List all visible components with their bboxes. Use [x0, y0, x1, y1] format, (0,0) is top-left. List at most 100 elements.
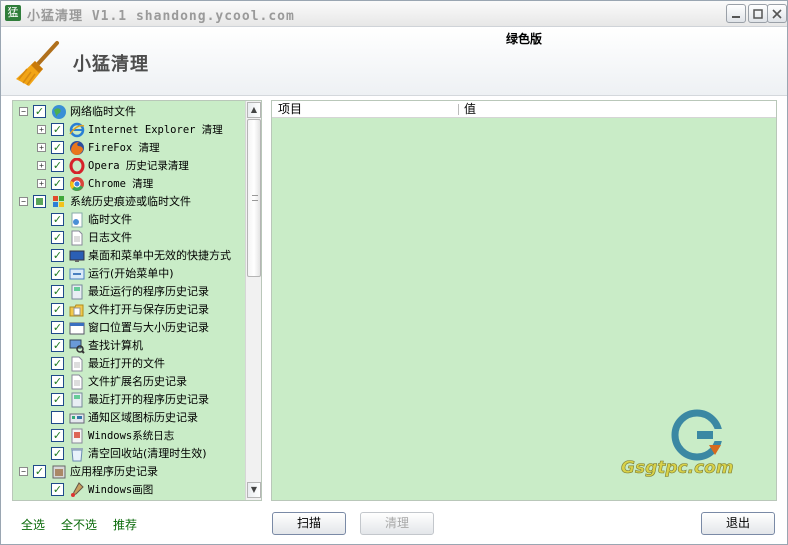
title-bar[interactable]: 猛 小猛清理 V1.1 shandong.ycool.com	[1, 1, 787, 27]
expand-icon[interactable]: +	[37, 161, 46, 170]
tree-checkbox[interactable]: ✓	[51, 357, 64, 370]
collapse-icon[interactable]: −	[19, 107, 28, 116]
tree-item[interactable]: ✓ 桌面和菜单中无效的快捷方式	[13, 247, 247, 265]
tree-checkbox[interactable]: ✓	[51, 213, 64, 226]
globe-icon	[52, 105, 66, 119]
tree-item-label: 文件打开与保存历史记录	[88, 303, 209, 316]
scan-button[interactable]: 扫描	[272, 512, 346, 535]
program-icon	[71, 392, 83, 408]
tree-checkbox[interactable]: ✓	[51, 375, 64, 388]
document-icon	[71, 356, 83, 372]
tree-scrollbar[interactable]: ▲ ▼	[245, 101, 261, 500]
tree-checkbox[interactable]: ✓	[51, 177, 64, 190]
scroll-down-button[interactable]: ▼	[247, 482, 261, 498]
tree-item[interactable]: ✓ 文件打开与保存历史记录	[13, 301, 247, 319]
system-log-icon	[71, 428, 83, 444]
close-button[interactable]	[767, 4, 787, 23]
scroll-grip-icon	[252, 195, 258, 201]
tree-item[interactable]: ✓ 查找计算机	[13, 337, 247, 355]
tree-checkbox[interactable]: ✓	[51, 231, 64, 244]
column-divider[interactable]	[458, 104, 459, 115]
watermark-text: Gsgtpc.com	[621, 458, 734, 478]
collapse-icon[interactable]: −	[19, 197, 28, 206]
tree-item-label: 运行(开始菜单中)	[88, 267, 174, 280]
select-none-link[interactable]: 全不选	[61, 516, 97, 533]
tray-icon	[69, 413, 85, 424]
tree-checkbox[interactable]: ✓	[51, 141, 64, 154]
tree-checkbox[interactable]	[51, 411, 64, 424]
tree-item-label: Windows系统日志	[88, 430, 175, 442]
tree-checkbox[interactable]: ✓	[51, 429, 64, 442]
tree-checkbox[interactable]: ✓	[51, 249, 64, 262]
tree-item[interactable]: ✓ Windows画图	[13, 481, 247, 499]
firefox-icon	[70, 141, 84, 155]
app-title: 小猛清理	[73, 54, 149, 75]
tree-item[interactable]: ✓ 清空回收站(清理时生效)	[13, 445, 247, 463]
tree-checkbox[interactable]: ✓	[51, 393, 64, 406]
tree-checkbox[interactable]: ✓	[51, 285, 64, 298]
internet-explorer-icon	[69, 122, 85, 138]
tree-item[interactable]: ✓ 最近打开的程序历史记录	[13, 391, 247, 409]
tree-checkbox[interactable]: ✓	[33, 105, 46, 118]
column-header-value[interactable]: 值	[464, 101, 476, 118]
tree-item-label: Internet Explorer 清理	[88, 124, 223, 136]
tree-item[interactable]: + ✓ Chrome 清理	[13, 175, 247, 193]
tree-item[interactable]: − 系统历史痕迹或临时文件	[13, 193, 247, 211]
window-title: 小猛清理 V1.1 shandong.ycool.com	[27, 9, 295, 24]
tree-checkbox[interactable]: ✓	[51, 159, 64, 172]
broom-icon	[16, 41, 59, 86]
list-header: 项目 值	[272, 101, 776, 118]
results-list[interactable]: 项目 值 Gsgtpc.com	[271, 100, 777, 501]
document-icon	[71, 230, 83, 246]
column-header-item[interactable]: 项目	[278, 101, 302, 118]
tree-item-label: 最近打开的程序历史记录	[88, 393, 209, 406]
run-icon	[69, 268, 85, 280]
tree-item[interactable]: − ✓ 网络临时文件	[13, 103, 247, 121]
tree-item[interactable]: ✓ 临时文件	[13, 211, 247, 229]
tree-item[interactable]: ✓ 窗口位置与大小历史记录	[13, 319, 247, 337]
collapse-icon[interactable]: −	[19, 467, 28, 476]
tree-checkbox[interactable]: ✓	[51, 267, 64, 280]
expand-icon[interactable]: +	[37, 179, 46, 188]
tree-checkbox[interactable]: ✓	[51, 339, 64, 352]
tree-item-label: 清空回收站(清理时生效)	[88, 447, 207, 460]
tree-item[interactable]: ✓ 文件扩展名历史记录	[13, 373, 247, 391]
scroll-thumb[interactable]	[247, 119, 261, 277]
tree-item[interactable]: ✓ 最近运行的程序历史记录	[13, 283, 247, 301]
temp-file-icon	[71, 212, 83, 228]
clean-button[interactable]: 清理	[360, 512, 434, 535]
tree-checkbox[interactable]	[33, 195, 46, 208]
maximize-button[interactable]	[748, 4, 768, 23]
tree-item-label: Chrome 清理	[88, 178, 154, 190]
header-banner: 绿色版 小猛清理	[1, 27, 787, 95]
recommended-link[interactable]: 推荐	[113, 516, 137, 533]
exit-button[interactable]: 退出	[701, 512, 775, 535]
tree-item-label: 最近打开的文件	[88, 357, 165, 370]
tree-item-label: 临时文件	[88, 213, 132, 226]
tree-checkbox[interactable]: ✓	[51, 447, 64, 460]
minimize-button[interactable]	[726, 4, 746, 23]
tree-checkbox[interactable]: ✓	[51, 483, 64, 496]
tree-item-label: 桌面和菜单中无效的快捷方式	[88, 249, 231, 262]
tree-item[interactable]: − ✓ 应用程序历史记录	[13, 463, 247, 481]
maximize-icon	[753, 8, 763, 19]
tree-item[interactable]: + ✓ FireFox 清理	[13, 139, 247, 157]
chrome-icon	[70, 177, 84, 191]
tree-item[interactable]: + ✓ Internet Explorer 清理	[13, 121, 247, 139]
expand-icon[interactable]: +	[37, 143, 46, 152]
select-all-link[interactable]: 全选	[21, 516, 45, 533]
tree-item[interactable]: ✓ 最近打开的文件	[13, 355, 247, 373]
cleanup-tree[interactable]: − ✓ 网络临时文件 + ✓ Internet Explorer 清理 + ✓ FireFox …	[12, 100, 262, 501]
tree-item[interactable]: ✓ 日志文件	[13, 229, 247, 247]
scroll-up-button[interactable]: ▲	[247, 102, 261, 118]
tree-item[interactable]: ✓ Windows系统日志	[13, 427, 247, 445]
desktop-icon	[69, 250, 85, 262]
tree-item[interactable]: ✓ 运行(开始菜单中)	[13, 265, 247, 283]
tree-checkbox[interactable]: ✓	[51, 321, 64, 334]
tree-checkbox[interactable]: ✓	[33, 465, 46, 478]
expand-icon[interactable]: +	[37, 125, 46, 134]
tree-checkbox[interactable]: ✓	[51, 303, 64, 316]
tree-item[interactable]: 通知区域图标历史记录	[13, 409, 247, 427]
tree-checkbox[interactable]: ✓	[51, 123, 64, 136]
tree-item[interactable]: + ✓ Opera 历史记录清理	[13, 157, 247, 175]
